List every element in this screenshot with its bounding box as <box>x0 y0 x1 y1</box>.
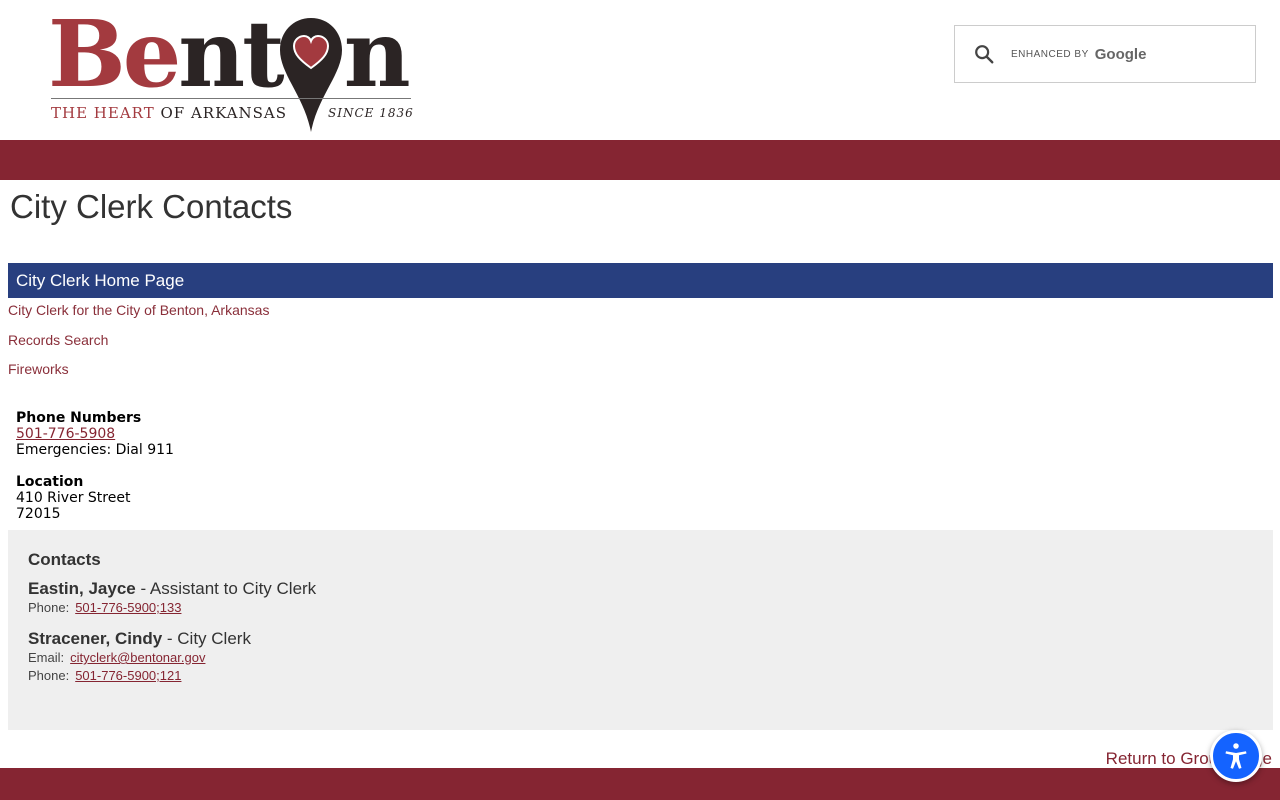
google-wordmark: Google <box>1094 45 1147 63</box>
contact-info: Phone Numbers 501-776-5908 Emergencies: … <box>16 410 174 522</box>
contact-email-row: Email: cityclerk@bentonar.gov <box>28 650 206 665</box>
accessibility-button[interactable] <box>1210 730 1262 782</box>
logo-wordmark: Bent n <box>48 0 411 108</box>
contact-phone-row: Phone: 501-776-5900;121 <box>28 668 182 683</box>
location-heading: Location <box>16 474 84 490</box>
contact-email-link[interactable]: cityclerk@bentonar.gov <box>70 650 205 665</box>
page-title: City Clerk Contacts <box>10 188 293 225</box>
contact-card: Eastin, Jayce - Assistant to City Clerk … <box>28 579 1253 617</box>
footer-bar <box>0 768 1280 800</box>
logo-since: SINCE 1836 <box>328 106 414 120</box>
contact-phone-link[interactable]: 501-776-5900;121 <box>75 668 181 683</box>
accessibility-icon <box>1225 743 1247 769</box>
location-zip: 72015 <box>16 506 61 522</box>
sub-nav: City Clerk for the City of Benton, Arkan… <box>8 302 269 391</box>
sublink-fireworks[interactable]: Fireworks <box>8 361 269 391</box>
contact-phone-link[interactable]: 501-776-5900;133 <box>75 600 181 615</box>
contact-role: - Assistant to City Clerk <box>135 579 317 598</box>
contact-name-line: Stracener, Cindy - City Clerk <box>28 629 1253 649</box>
sublink-records-search[interactable]: Records Search <box>8 332 269 362</box>
emergency-text: Emergencies: Dial 911 <box>16 442 174 458</box>
site-header: Bent n THE HEART OF ARKANSAS SINCE 1836 E… <box>0 0 1280 140</box>
contact-name: Eastin, Jayce <box>28 579 136 598</box>
search-input[interactable]: ENHANCED BY Google <box>954 25 1256 83</box>
main-phone-link[interactable]: 501-776-5908 <box>16 426 115 442</box>
logo-tagline: THE HEART OF ARKANSAS <box>51 104 288 122</box>
contact-name: Stracener, Cindy <box>28 629 163 648</box>
contact-phone-row: Phone: 501-776-5900;133 <box>28 600 182 615</box>
contacts-heading: Contacts <box>28 550 101 569</box>
benton-logo[interactable]: Bent n THE HEART OF ARKANSAS SINCE 1836 <box>48 2 414 136</box>
phone-heading: Phone Numbers <box>16 410 142 426</box>
contact-name-line: Eastin, Jayce - Assistant to City Clerk <box>28 579 1253 599</box>
contacts-panel: Contacts Eastin, Jayce - Assistant to Ci… <box>8 530 1273 730</box>
logo-divider <box>51 98 411 99</box>
search-icon[interactable] <box>973 43 995 65</box>
contact-card: Stracener, Cindy - City Clerk Email: city… <box>28 629 1253 685</box>
location-street: 410 River Street <box>16 490 131 506</box>
main-nav-bar <box>0 140 1280 180</box>
search-enhanced-by: ENHANCED BY <box>1011 48 1089 60</box>
contact-role: - City Clerk <box>162 629 251 648</box>
sublink-city-clerk[interactable]: City Clerk for the City of Benton, Arkan… <box>8 302 269 332</box>
city-clerk-home-link[interactable]: City Clerk Home Page <box>8 263 1273 298</box>
